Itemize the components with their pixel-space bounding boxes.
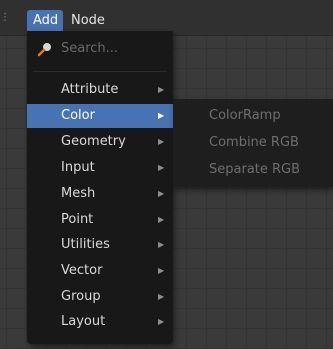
search-placeholder: Search... [61,41,119,56]
menu-item-label: Point [61,212,94,227]
header-menu-add[interactable]: Add [27,10,63,31]
menu-item-input[interactable]: Input ▶ [27,156,173,180]
header-menu-node[interactable]: Node [65,10,111,31]
header-grip-icon[interactable]: ⋮ [0,8,10,28]
menu-item-vector[interactable]: Vector ▶ [27,259,173,283]
menu-item-label: Attribute [61,82,119,97]
menu-item-label: Geometry [61,134,126,149]
submenu-arrow-icon: ▶ [158,266,165,275]
submenu-arrow-icon: ▶ [158,215,165,224]
menu-item-label: Vector [61,263,103,278]
submenu-arrow-icon: ▶ [158,317,165,326]
menu-item-attribute[interactable]: Attribute ▶ [27,78,173,102]
submenu-arrow-icon: ▶ [158,137,165,146]
submenu-item-label: ColorRamp [209,108,281,123]
menu-item-label: Group [61,289,101,304]
menu-item-geometry[interactable]: Geometry ▶ [27,130,173,154]
menu-separator [33,71,167,72]
submenu-arrow-icon: ▶ [158,189,165,198]
menu-item-label: Color [61,108,95,123]
menu-item-layout[interactable]: Layout ▶ [27,310,173,334]
menu-item-point[interactable]: Point ▶ [27,208,173,232]
menu-search[interactable]: Search... [27,36,173,62]
search-icon [37,43,51,57]
submenu-arrow-icon: ▶ [158,111,165,120]
submenu-arrow-icon: ▶ [158,292,165,301]
add-menu: Search... Attribute ▶ Color ▶ Geometry ▶… [27,31,173,344]
submenu-item-label: Combine RGB [209,135,299,150]
menu-item-label: Utilities [61,237,110,252]
menu-item-color[interactable]: Color ▶ [27,104,173,128]
submenu-item-combine-rgb[interactable]: Combine RGB [173,130,333,156]
submenu-item-separate-rgb[interactable]: Separate RGB [173,157,333,183]
menu-item-label: Input [61,160,95,175]
color-submenu: ColorRamp Combine RGB Separate RGB [173,99,333,187]
menu-item-utilities[interactable]: Utilities ▶ [27,233,173,257]
menu-item-group[interactable]: Group ▶ [27,285,173,309]
submenu-arrow-icon: ▶ [158,85,165,94]
submenu-item-label: Separate RGB [209,162,301,177]
menu-item-mesh[interactable]: Mesh ▶ [27,182,173,206]
submenu-arrow-icon: ▶ [158,240,165,249]
menu-item-label: Layout [61,314,106,329]
menu-item-label: Mesh [61,186,96,201]
submenu-item-colorramp[interactable]: ColorRamp [173,103,333,129]
submenu-arrow-icon: ▶ [158,163,165,172]
